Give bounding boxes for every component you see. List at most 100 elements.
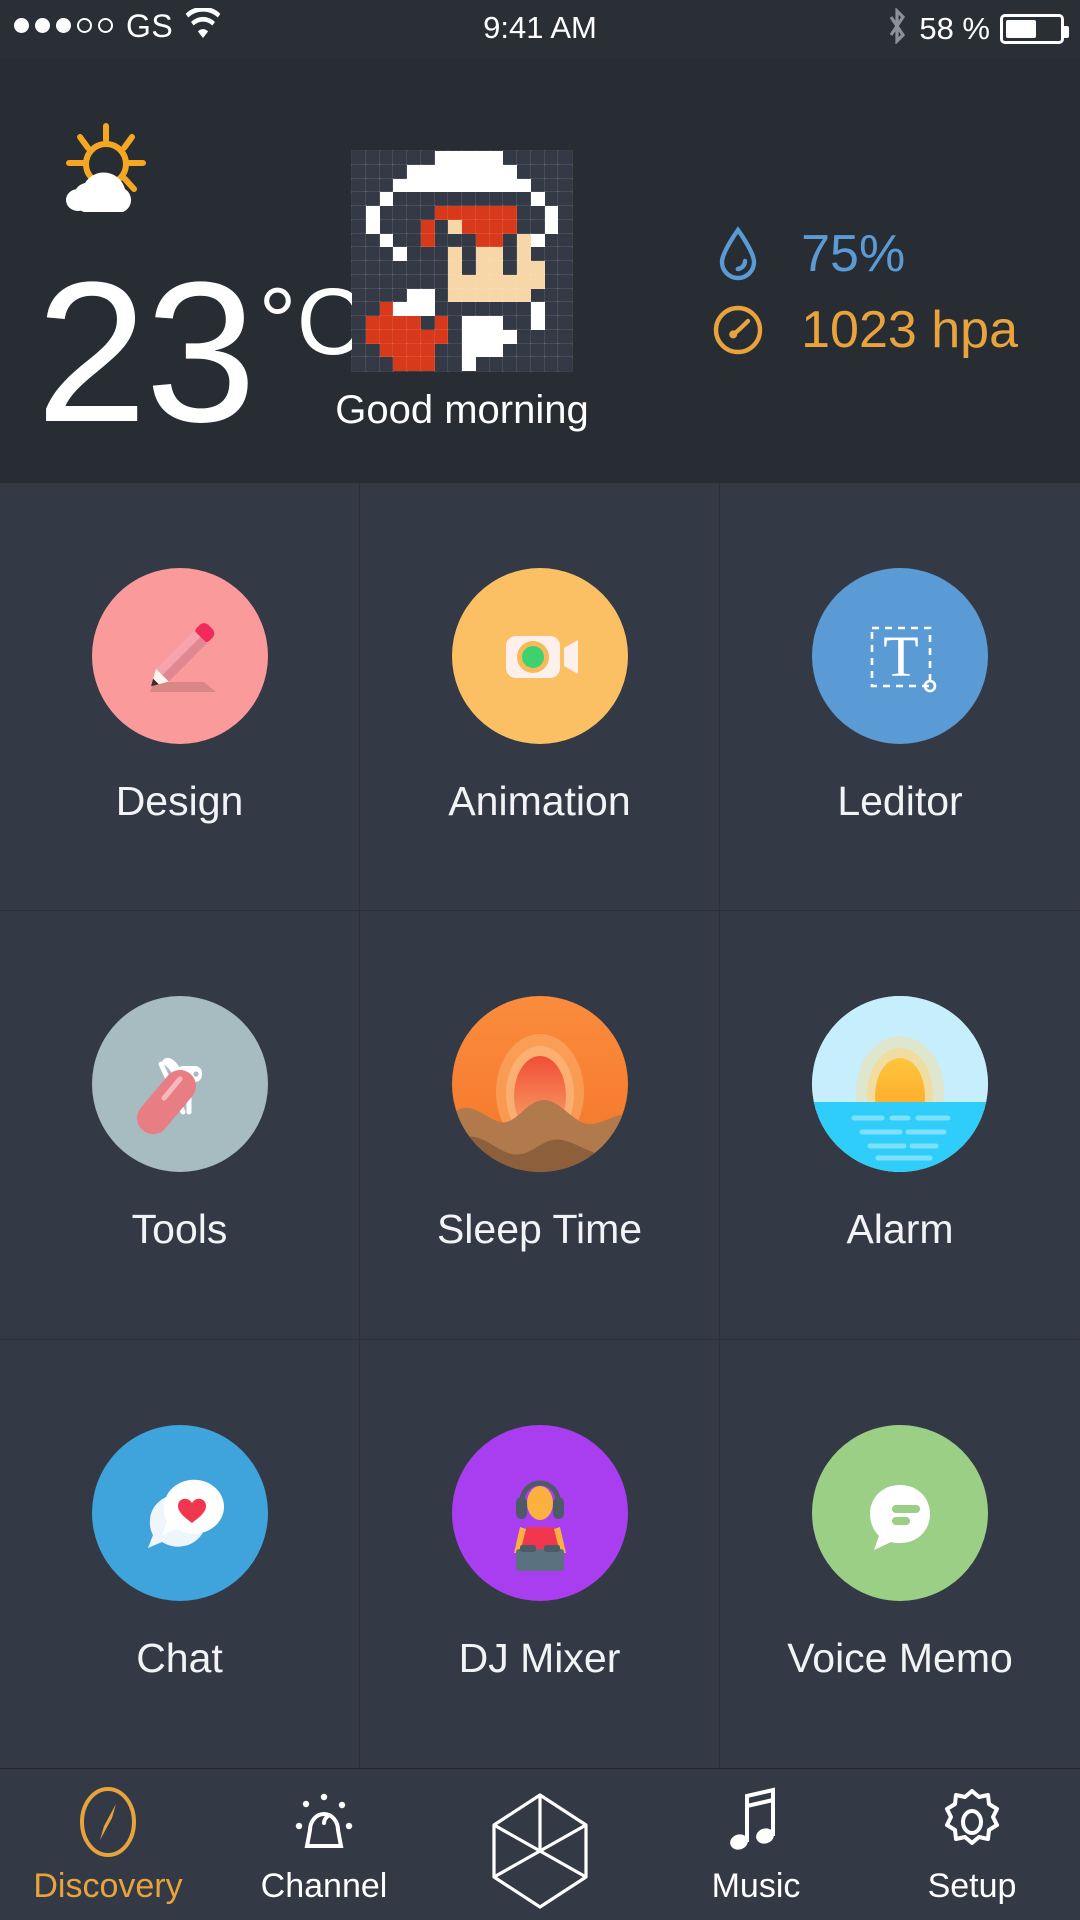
greeting-text: Good morning (335, 388, 589, 432)
avatar-pixel (433, 287, 450, 304)
avatar-pixel (433, 246, 450, 262)
avatar-pixel (461, 163, 477, 180)
nav-item-channel[interactable]: Channel (216, 1769, 432, 1920)
app-tile-tools[interactable]: Tools (0, 911, 360, 1340)
avatar-pixel (474, 301, 491, 317)
avatar-pixel (488, 342, 505, 359)
avatar-pixel (488, 177, 505, 194)
app-tile-leditor[interactable]: T Leditor (720, 483, 1080, 912)
avatar-pixel (392, 246, 408, 262)
avatar-pixel (378, 328, 395, 345)
avatar-pixel (502, 191, 518, 207)
avatar-pixel (351, 356, 367, 372)
nav-item-discovery[interactable]: Discovery (0, 1769, 216, 1920)
avatar-pixel (378, 218, 395, 235)
avatar-pixel (406, 356, 422, 372)
app-label: Design (115, 778, 244, 825)
app-tile-chat[interactable]: Chat (0, 1339, 360, 1768)
avatar-pixel (461, 150, 477, 166)
avatar-pixel (447, 191, 463, 207)
avatar-pixel (529, 328, 546, 345)
avatar-pixel (502, 205, 518, 221)
avatar-pixel (557, 232, 573, 249)
avatar-pixel (392, 191, 408, 207)
app-label: Tools (131, 1206, 228, 1253)
app-tile-dj-mixer[interactable]: DJ Mixer (360, 1339, 720, 1768)
avatar-pixel (351, 315, 367, 331)
avatar-pixel (406, 342, 422, 359)
avatar-pixel (378, 191, 395, 207)
avatar-pixel (378, 273, 395, 290)
avatar-pixel (351, 246, 367, 262)
app-tile-design[interactable]: Design (0, 483, 360, 912)
app-tile-alarm[interactable]: Alarm (720, 911, 1080, 1340)
avatar-pixel (543, 342, 560, 359)
avatar-pixel (529, 191, 546, 207)
avatar-pixel (406, 246, 422, 262)
nav-item-setup[interactable]: Setup (864, 1769, 1080, 1920)
avatar-pixel (516, 205, 532, 221)
svg-text:T: T (883, 624, 918, 689)
avatar-pixel (488, 273, 505, 290)
avatar-pixel (502, 163, 518, 180)
avatar-pixel (419, 328, 436, 345)
app-tile-voice-memo[interactable]: Voice Memo (720, 1340, 1080, 1768)
avatar-pixel (447, 342, 463, 359)
avatar-pixel (529, 150, 546, 166)
avatar-pixel (543, 315, 560, 331)
avatar-pixel (433, 150, 450, 166)
avatar-pixel (529, 356, 546, 372)
avatar-pixel (461, 273, 477, 290)
app-label: Sleep Time (436, 1206, 643, 1253)
avatar-pixel (474, 163, 491, 180)
avatar-pixel (502, 260, 518, 276)
avatar-pixel (474, 218, 491, 235)
humidity-metric: 75% (707, 216, 1018, 292)
app-tile-sleep-time[interactable]: Sleep Time (360, 911, 720, 1340)
avatar-pixel (378, 205, 395, 221)
avatar-pixel (529, 205, 546, 221)
avatar-pixel (364, 191, 381, 207)
avatar-pixel (474, 205, 491, 221)
nav-item-music[interactable]: Music (648, 1769, 864, 1920)
avatar-pixel (529, 177, 546, 194)
app-tile-animation[interactable]: Animation (360, 483, 720, 912)
avatar-pixel (516, 301, 532, 317)
avatar-pixel (502, 273, 518, 290)
nav-item-cube[interactable] (432, 1769, 648, 1920)
avatar-pixel (516, 328, 532, 345)
avatar-pixel (488, 150, 505, 166)
pixel-art-avatar[interactable] (351, 150, 573, 372)
avatar-pixel (378, 356, 395, 372)
avatar-pixel (543, 205, 560, 221)
avatar-pixel (529, 163, 546, 180)
app-grid: Design Animation T Leditor Tools Sleep T… (0, 483, 1080, 1768)
avatar-pixel (433, 328, 450, 345)
avatar-pixel (488, 301, 505, 317)
avatar-pixel (351, 163, 367, 180)
avatar-pixel (529, 301, 546, 317)
avatar-pixel (392, 342, 408, 359)
avatar-pixel (474, 328, 491, 345)
avatar-pixel (557, 163, 573, 180)
avatar-pixel (557, 273, 573, 290)
avatar-pixel (433, 273, 450, 290)
avatar-pixel (557, 191, 573, 207)
avatar-pixel (351, 301, 367, 317)
avatar-pixel (419, 205, 436, 221)
nav-label: Setup (927, 1867, 1017, 1905)
sunset-dunes-icon (451, 996, 628, 1173)
avatar-pixel (392, 205, 408, 221)
avatar-pixel (557, 342, 573, 359)
avatar-pixel (516, 342, 532, 359)
avatar-pixel (474, 356, 491, 372)
avatar-pixel (378, 232, 395, 249)
avatar-pixel (488, 232, 505, 249)
avatar-pixel (516, 150, 532, 166)
avatar-pixel (378, 177, 395, 194)
avatar-pixel (351, 150, 367, 166)
avatar-pixel (516, 246, 532, 262)
avatar-pixel (406, 177, 422, 194)
avatar-pixel (488, 163, 505, 180)
avatar-pixel (392, 328, 408, 345)
